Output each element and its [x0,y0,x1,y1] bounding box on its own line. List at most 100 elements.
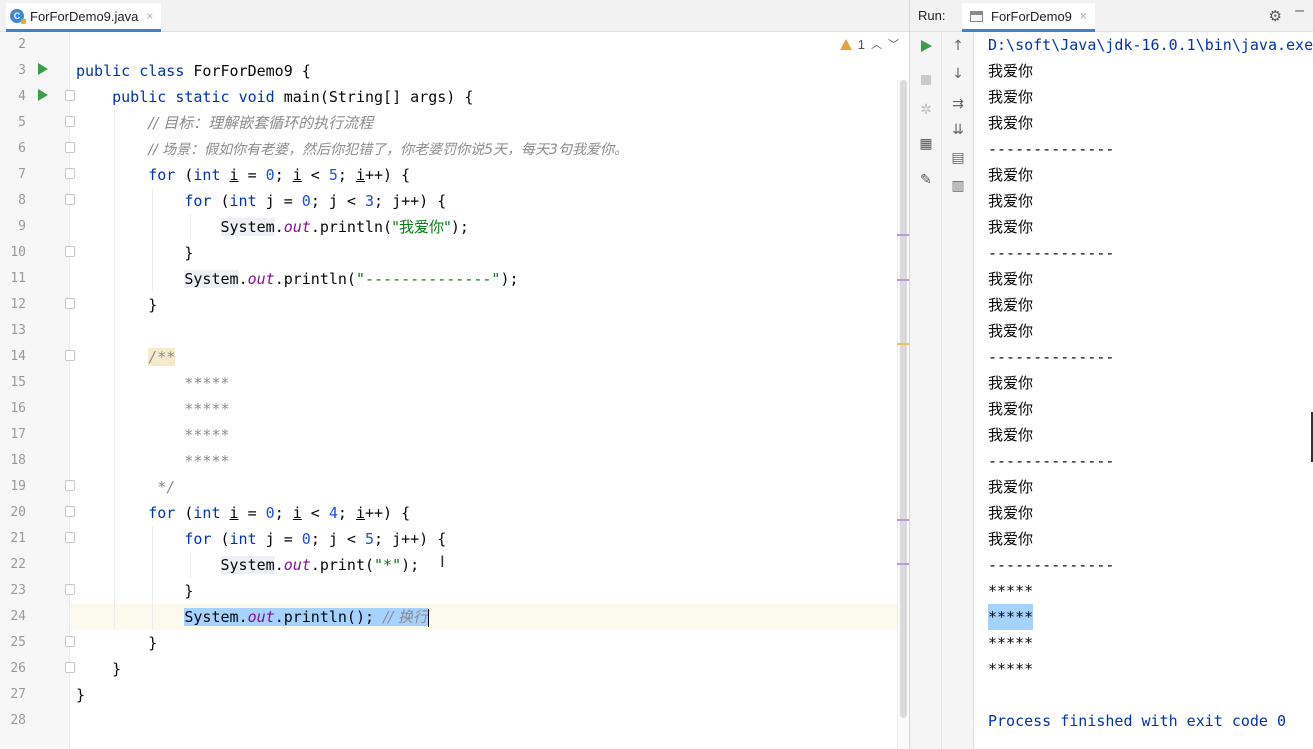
number: 0 [265,166,275,184]
editor-gutter[interactable]: 2 3 4 5 6 7 8 9 10 11 12 13 14 15 16 17 … [0,32,75,749]
code-text: ; j++) { [374,192,447,210]
run-tool-window[interactable]: Run: ForForDemo9 × ⚙ – ✲ ▦ ✎ ↑ ↓ ⇉ ⇊ ▤ ▥… [909,0,1313,749]
string-literal: "我爱你" [392,218,451,236]
code-text: ( [175,166,194,184]
trash-icon[interactable]: ▥ [942,174,974,198]
line-number: 14 [10,349,26,364]
console-icon [970,10,983,22]
keyword: class [139,62,185,80]
run-main-icon[interactable] [38,89,48,101]
string-literal: "*" [374,556,402,574]
code-text: ( [211,192,230,210]
scroll-marker[interactable] [897,343,909,345]
console-line: 我爱你 [988,192,1034,210]
console-line: 我爱你 [988,62,1034,80]
keyword: int [229,530,257,548]
scroll-marker[interactable] [897,563,909,565]
code-text: . [238,608,248,626]
chevron-down-icon[interactable]: ﹀ [888,36,899,52]
variable: i [355,504,365,522]
line-number: 27 [10,687,26,702]
close-icon[interactable]: × [1080,9,1087,23]
run-title: Run: [918,8,946,23]
inspection-widget[interactable]: 1 ︿ ﹀ [839,36,899,52]
variable: i [292,504,302,522]
code-line-3: public class ForForDemo9 { [76,58,311,84]
variable: i [229,166,239,184]
debug-icon[interactable]: ✲ [910,98,942,122]
field: out [247,270,275,288]
text-cursor-icon: I [440,552,445,571]
tab-forfordemo9-java[interactable]: C ForForDemo9.java × [6,3,162,32]
warning-count: 1 [857,36,865,52]
keyword: void [238,88,275,106]
code-text: .println(); [274,608,384,626]
stop-icon[interactable] [910,68,942,92]
scroll-marker[interactable] [897,519,909,521]
gear-icon[interactable]: ⚙ [1269,7,1282,25]
keyword: public [76,62,131,80]
scroll-to-end-icon[interactable]: ⇊ [942,118,974,142]
code-line-8: for (int j = 0; j < 3; j++) { [76,188,446,214]
console-line: 我爱你 [988,374,1034,392]
print-icon[interactable]: ▤ [942,146,974,170]
scrollbar-thumb[interactable] [900,80,907,718]
soft-wrap-icon[interactable]: ⇉ [942,92,974,116]
code-line-4: public static void main(String[] args) { [76,84,473,110]
doc-comment: */ [157,478,176,496]
console-output[interactable]: D:\soft\Java\jdk-16.0.1\bin\java.exe 我爱你… [975,32,1313,749]
code-line-25: } [76,630,157,656]
code-line-11: System.out.println("--------------"); [76,266,519,292]
pin-icon[interactable]: ✎ [910,168,942,192]
console-line: -------------- [988,244,1115,262]
keyword: for [184,530,212,548]
run-header: Run: ForForDemo9 × ⚙ – [910,0,1313,32]
doc-comment: ***** [184,452,230,470]
scroll-marker[interactable] [897,279,909,281]
minimize-icon[interactable]: – [1295,2,1304,20]
code-line-15: ***** [76,370,229,396]
line-number: 10 [10,245,26,260]
java-class-icon: C [10,9,26,24]
keyword: static [175,88,230,106]
layout-icon[interactable]: ▦ [910,132,942,156]
keyword: int [193,166,221,184]
text-selection[interactable]: System.out.println(); // 换行 [184,608,428,626]
code-editor[interactable]: public class ForForDemo9 { public static… [71,32,897,749]
code-line-24: System.out.println(); // 换行 [76,604,429,630]
tab-run-forfordemo9[interactable]: ForForDemo9 × [962,3,1095,32]
code-text: ; [337,504,356,522]
line-number: 21 [10,531,26,546]
rerun-icon[interactable] [910,34,942,58]
console-line: 我爱你 [988,88,1034,106]
line-number: 8 [18,193,26,208]
code-text: < [301,166,329,184]
class-ref: System [184,608,239,626]
down-arrow-icon[interactable]: ↓ [942,62,974,86]
chevron-up-icon[interactable]: ︿ [871,36,882,52]
line-number: 24 [10,609,26,624]
code-line-21: for (int j = 0; j < 5; j++) { [76,526,446,552]
code-text: .println( [274,270,356,288]
code-line-5: // 目标：理解嵌套循环的执行流程 [76,110,373,136]
close-icon[interactable]: × [146,9,153,23]
code-line-9: System.out.println("我爱你"); [76,214,469,240]
console-line-selected[interactable]: ***** [988,604,1034,630]
editor-scrollbar[interactable] [897,80,909,749]
field: out [283,556,311,574]
run-class-icon[interactable] [38,63,48,75]
code-text: . [238,270,248,288]
line-number: 22 [10,557,26,572]
variable: i [229,504,239,522]
scroll-marker[interactable] [897,234,909,236]
console-exit-line: Process finished with exit code 0 [988,712,1287,730]
editor-pane[interactable]: C ForForDemo9.java × 2 3 4 5 6 7 8 9 10 … [0,0,909,749]
console-line: 我爱你 [988,322,1034,340]
code-line-16: ***** [76,396,229,422]
console-line: 我爱你 [988,114,1034,132]
keyword: int [229,192,257,210]
code-text: .println( [310,218,393,236]
line-number: 4 [18,89,26,104]
up-arrow-icon[interactable]: ↑ [942,34,974,58]
